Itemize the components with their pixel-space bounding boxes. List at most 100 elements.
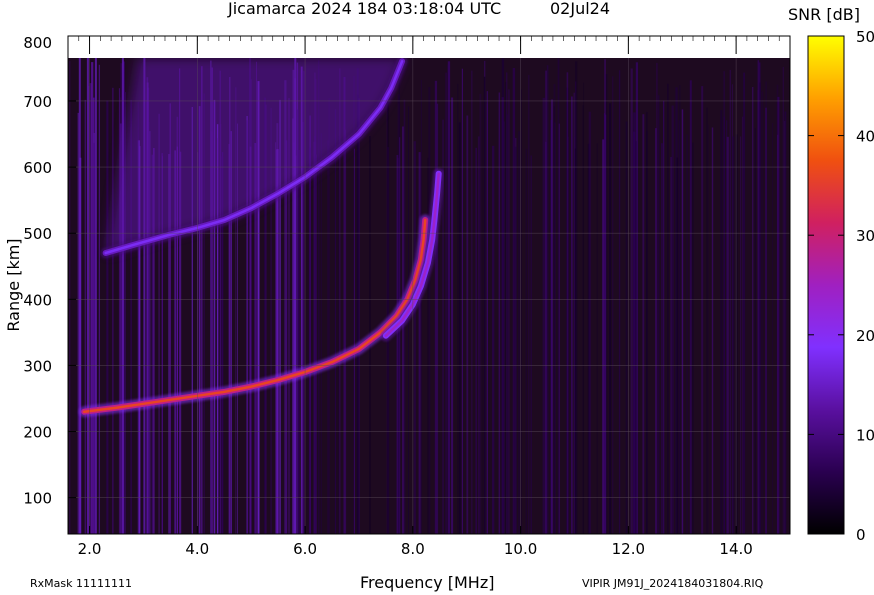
noise-streak	[667, 83, 669, 534]
noise-streak	[413, 141, 416, 534]
noise-streak	[765, 81, 767, 534]
noise-streak	[740, 136, 742, 534]
noise-streak	[445, 72, 448, 534]
noise-streak	[486, 103, 488, 534]
noise-streak	[658, 95, 660, 534]
y-tick-label: 300	[23, 357, 52, 375]
noise-streak	[530, 155, 532, 534]
noise-streak	[457, 83, 459, 534]
noise-streak	[575, 61, 578, 534]
noise-streak	[686, 134, 688, 534]
noise-streak	[743, 72, 745, 534]
x-tick-label: 2.0	[78, 540, 102, 558]
x-tick-label: 14.0	[719, 540, 752, 558]
noise-streak	[723, 71, 725, 534]
interference-band	[94, 58, 97, 534]
noise-streak	[596, 143, 598, 534]
interference-band	[121, 58, 124, 534]
noise-streak	[508, 89, 510, 534]
y-tick-label: 600	[23, 159, 52, 177]
noise-streak	[338, 136, 340, 534]
noise-streak	[618, 70, 621, 534]
noise-streak	[612, 76, 614, 534]
noise-streak	[752, 87, 754, 534]
colorbar	[807, 35, 845, 535]
noise-streak	[434, 80, 438, 534]
colorbar-tick-label: 40	[856, 128, 874, 146]
noise-streak	[707, 124, 709, 534]
y-tick-label: 800	[23, 34, 52, 52]
noise-streak	[542, 97, 545, 534]
noise-streak	[609, 103, 612, 534]
noise-streak	[681, 109, 684, 534]
noise-streak	[754, 128, 756, 534]
colorbar-tick-label: 30	[856, 227, 874, 245]
noise-streak	[782, 66, 784, 534]
noise-streak	[106, 100, 109, 534]
noise-streak	[345, 129, 347, 534]
noise-streak	[701, 86, 704, 534]
noise-streak	[518, 131, 521, 534]
noise-streak	[566, 72, 569, 534]
noise-streak	[327, 140, 329, 534]
x-tick-label: 6.0	[293, 540, 317, 558]
noise-streak	[630, 68, 633, 534]
noise-streak	[528, 74, 530, 534]
noise-streak	[757, 60, 760, 534]
noise-streak	[427, 157, 429, 534]
x-tick-label: 10.0	[504, 540, 537, 558]
interference-band	[78, 58, 81, 534]
noise-streak	[356, 94, 360, 534]
noise-streak	[483, 76, 486, 534]
noise-streak	[720, 110, 723, 534]
noise-streak	[633, 131, 636, 534]
noise-streak	[678, 120, 680, 534]
noise-streak	[84, 99, 86, 534]
noise-streak	[525, 148, 528, 534]
noise-streak	[501, 97, 504, 534]
noise-streak	[481, 101, 483, 534]
noise-streak	[112, 87, 114, 534]
noise-streak	[670, 157, 672, 534]
colorbar-tick-label: 20	[856, 327, 874, 345]
plot-top-white	[69, 37, 789, 58]
noise-streak	[447, 61, 451, 534]
noise-streak	[759, 82, 761, 534]
noise-streak	[354, 148, 355, 534]
noise-streak	[471, 70, 473, 534]
noise-streak	[402, 126, 404, 534]
x-tick-label: 4.0	[185, 540, 209, 558]
y-tick-label: 200	[23, 424, 52, 442]
noise-streak	[642, 114, 645, 534]
colorbar-tick-label: 10	[856, 426, 874, 444]
noise-streak	[313, 141, 316, 534]
noise-streak	[676, 157, 679, 534]
y-tick-label: 100	[23, 490, 52, 508]
noise-streak	[602, 139, 605, 534]
noise-streak	[420, 80, 422, 534]
y-tick-label: 400	[23, 291, 52, 309]
noise-streak	[461, 68, 463, 534]
noise-streak	[498, 92, 501, 534]
noise-streak	[761, 91, 764, 534]
noise-streak	[711, 127, 714, 534]
noise-streak	[308, 147, 311, 534]
noise-streak	[399, 137, 401, 534]
noise-streak	[588, 111, 591, 534]
noise-streak	[69, 61, 71, 534]
noise-streak	[550, 99, 554, 534]
noise-streak	[492, 145, 495, 534]
noise-streak	[505, 82, 507, 534]
noise-streak	[315, 154, 317, 534]
noise-streak	[571, 96, 573, 534]
noise-streak	[772, 123, 773, 534]
noise-streak	[545, 70, 547, 534]
noise-streak	[91, 62, 94, 534]
noise-streak	[742, 116, 744, 534]
colorbar-tick-label: 50	[856, 28, 874, 46]
noise-streak	[604, 114, 607, 534]
colorbar-tick-label: 0	[856, 526, 866, 544]
noise-streak	[558, 123, 560, 534]
noise-streak	[732, 136, 735, 534]
noise-streak	[661, 143, 663, 534]
